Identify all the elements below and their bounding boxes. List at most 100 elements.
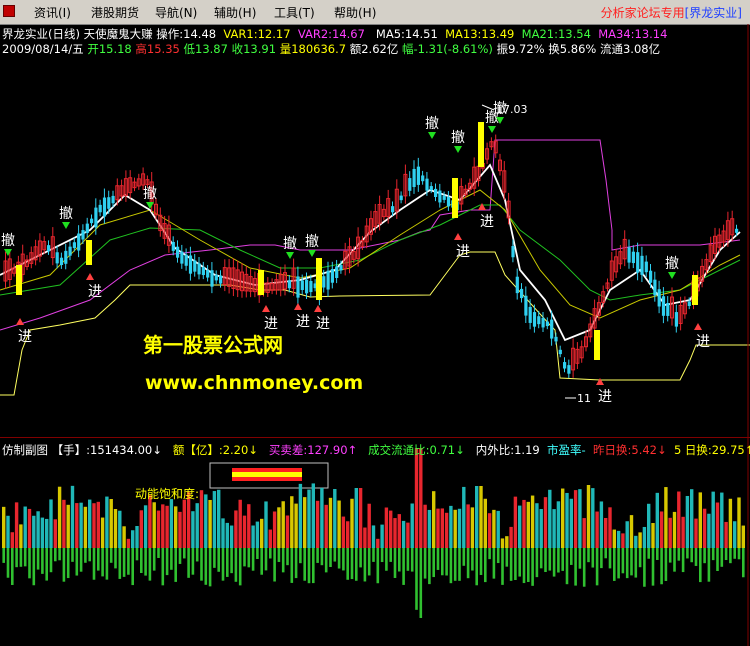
flow-bar (256, 548, 259, 560)
volume-bar (324, 504, 328, 548)
flow-bar (118, 548, 122, 579)
signal-bar (692, 275, 698, 305)
signal-bar (452, 178, 458, 218)
flow-bar (634, 548, 638, 578)
flow-bar (402, 548, 405, 585)
buy-marker: 进 (456, 244, 470, 260)
flow-bar (643, 548, 646, 587)
flow-bar (651, 548, 655, 586)
flow-bar (75, 548, 79, 576)
volume-bar (475, 486, 479, 548)
volume-bar (143, 505, 148, 548)
buy-arrow-icon (478, 203, 486, 210)
flow-bar (281, 548, 285, 573)
buy-arrow-icon (596, 378, 604, 385)
candle-body (434, 188, 438, 197)
volume-bar (681, 516, 685, 548)
candle-body (176, 246, 180, 258)
flow-bar (681, 548, 685, 573)
volume-bar (457, 508, 462, 548)
flow-bar (200, 548, 203, 581)
candle-body (636, 252, 640, 273)
flow-bar (716, 548, 719, 571)
volume-bar (582, 518, 586, 548)
volume-bar (664, 487, 668, 548)
volume-bar (616, 530, 621, 548)
volume-bar (406, 522, 410, 548)
candle-body (532, 312, 537, 327)
sell-arrow-icon (286, 252, 294, 259)
sub-neiwai: 内外比:1.19 (475, 443, 540, 457)
price-low-label: 11 (577, 392, 591, 405)
flow-bar (509, 548, 513, 581)
flow-bar (333, 548, 337, 562)
flow-bar (277, 548, 281, 562)
candle-body (399, 195, 403, 201)
flow-bar (484, 548, 487, 583)
pane-divider[interactable] (0, 437, 750, 438)
volume-bar (535, 503, 539, 548)
candle-body (644, 261, 648, 273)
flow-bar (600, 548, 603, 569)
volume-bar (23, 506, 27, 548)
flow-bar (346, 548, 349, 580)
volume-bar (432, 491, 436, 548)
volume-bar (715, 502, 720, 548)
candle-body (550, 319, 554, 339)
volume-bar (518, 505, 522, 548)
candle-body (326, 270, 330, 290)
volume-bar (612, 529, 616, 548)
volume-bar (423, 504, 427, 548)
flow-bar (548, 548, 552, 571)
sub-maimai: 买卖差:127.90↑ (268, 443, 358, 457)
flow-bar (152, 548, 156, 571)
flow-bar (36, 548, 40, 570)
volume-bar (92, 503, 96, 548)
flow-bar (32, 548, 36, 586)
flow-bar (363, 548, 367, 582)
flow-bar (410, 548, 414, 572)
candle-body (64, 250, 68, 264)
volume-bar (526, 501, 530, 548)
candle-body (687, 301, 691, 307)
volume-bar (380, 524, 384, 548)
volume-bar (492, 509, 496, 548)
volume-bar (449, 505, 453, 548)
flow-bar (109, 548, 113, 563)
flow-bar (604, 548, 607, 559)
watermark-url: www.chnmoney.com (145, 372, 363, 394)
volume-bar (139, 510, 143, 548)
flow-bar (135, 548, 139, 561)
candle-body (102, 197, 107, 217)
volume-bar (470, 507, 475, 548)
buy-marker: 进 (296, 314, 310, 330)
flow-bar (299, 548, 302, 564)
flow-bar (367, 548, 371, 576)
flow-bar (161, 548, 165, 586)
candle-body (85, 223, 89, 234)
flow-bar (595, 548, 599, 586)
sub-pe: 市盈率- (547, 443, 586, 457)
flow-bar (488, 548, 491, 560)
volume-bar (57, 486, 62, 548)
flow-bar (557, 548, 560, 573)
sell-arrow-icon (62, 222, 70, 229)
volume-bar (152, 502, 156, 548)
volume-bar (548, 489, 552, 548)
flow-bar (350, 548, 354, 580)
candle-body (653, 279, 657, 296)
flow-bar (565, 548, 569, 585)
volume-bar (354, 488, 358, 548)
volume-bar (96, 501, 100, 548)
volume-bar (621, 533, 625, 548)
volume-bar (728, 498, 733, 548)
candle-body (90, 218, 94, 224)
flow-bar (226, 548, 229, 577)
flow-bar (84, 548, 87, 563)
candle-body (391, 206, 395, 213)
candle-body (309, 281, 313, 293)
signal-bar (316, 258, 322, 300)
flow-bar (62, 548, 66, 582)
volume-bar (2, 506, 6, 548)
volume-chart (2, 448, 745, 618)
